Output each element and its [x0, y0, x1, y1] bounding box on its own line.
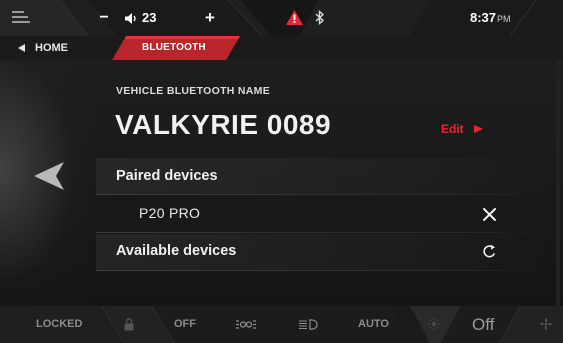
clock: 8:37PM — [470, 0, 511, 37]
fan-status-button[interactable]: Off — [472, 306, 494, 343]
clock-time: 8:37 — [470, 10, 497, 25]
divider — [96, 270, 546, 271]
back-arrow-icon — [18, 44, 25, 52]
play-arrow-icon — [473, 125, 483, 133]
fan-status-label: Off — [472, 315, 495, 334]
volume-plus-label: + — [205, 8, 215, 27]
available-devices-title: Available devices — [116, 243, 237, 259]
lock-status-button[interactable]: LOCKED — [36, 306, 82, 343]
breadcrumb-home-label: HOME — [35, 42, 68, 54]
volume-down-button[interactable]: − — [96, 0, 112, 36]
vehicle-bluetooth-name: VALKYRIE 0089 — [115, 109, 332, 140]
menu-lines-icon[interactable] — [12, 11, 30, 23]
previous-page-arrow-icon[interactable] — [34, 162, 64, 195]
breadcrumb-home[interactable]: HOME — [18, 36, 68, 60]
breadcrumb — [0, 36, 563, 60]
divider — [96, 232, 546, 233]
bottom-control-bar: LOCKED OFF AUTO Off — [0, 306, 563, 343]
headlights-mode-button[interactable]: AUTO — [358, 306, 389, 343]
lock-status-label: LOCKED — [36, 318, 83, 330]
paired-device-name: P20 PRO — [139, 205, 201, 221]
close-icon[interactable] — [480, 205, 498, 223]
refresh-icon[interactable] — [480, 242, 498, 260]
lights-button[interactable]: OFF — [174, 306, 196, 343]
volume-minus-label: − — [99, 9, 109, 26]
volume-level: 23 — [142, 10, 157, 25]
edit-name-button[interactable]: Edit — [441, 122, 483, 136]
clock-suffix: PM — [497, 14, 511, 24]
vehicle-bluetooth-name-label: VEHICLE BLUETOOTH NAME — [116, 85, 270, 97]
lights-label: OFF — [174, 318, 196, 330]
paired-devices-title: Paired devices — [116, 168, 218, 184]
divider — [96, 194, 546, 195]
headlights-mode-label: AUTO — [358, 318, 389, 330]
volume-up-button[interactable]: + — [202, 0, 218, 36]
breadcrumb-current-label: BLUETOOTH — [142, 42, 206, 53]
edit-label: Edit — [441, 122, 464, 136]
status-bar: − 23 + 8:37PM — [0, 0, 563, 36]
